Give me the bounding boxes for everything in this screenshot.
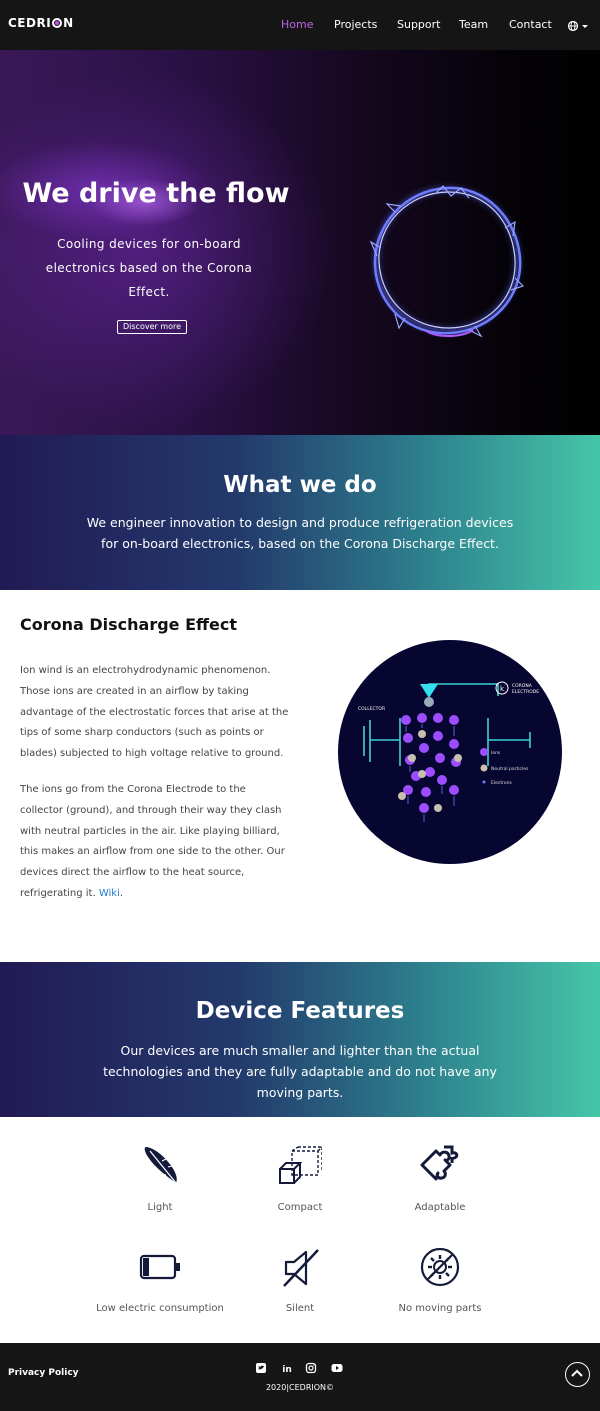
battery-icon [139, 1254, 180, 1280]
corona-paragraph-2-text: The ions go from the Corona Electrode to… [20, 784, 285, 899]
legend-neutral-particles: Neutral particles [491, 766, 529, 772]
corona-diagram: k CORONA ELECTRODE COLLECTOR Ions Neutra… [338, 640, 562, 864]
feature-silent-label: Silent [285, 1303, 315, 1314]
hero-title: We drive the flow [22, 178, 290, 209]
brand-logo[interactable]: CEDRI N [8, 16, 74, 30]
plasma-ring-image [367, 180, 527, 340]
mute-icon [283, 1249, 319, 1287]
nav-contact[interactable]: Contact [509, 18, 552, 31]
hero-subtitle: Cooling devices for on-board electronics… [45, 237, 253, 299]
wiki-link[interactable]: Wiki [99, 888, 120, 899]
corona-title: Corona Discharge Effect [20, 615, 237, 634]
nav-support[interactable]: Support [397, 18, 440, 31]
privacy-policy-link[interactable]: Privacy Policy [8, 1368, 79, 1378]
feather-icon [144, 1147, 177, 1184]
chevron-up-icon [571, 1369, 583, 1377]
linkedin-icon[interactable]: in [281, 1362, 293, 1374]
scroll-to-top-button[interactable] [565, 1362, 590, 1387]
puzzle-icon [420, 1145, 459, 1181]
feature-compact-label: Compact [277, 1202, 323, 1213]
logo-o-mark [52, 18, 63, 28]
what-we-do-section: What we do We engineer innovation to des… [0, 435, 600, 590]
discover-more-button[interactable]: Discover more [117, 320, 188, 334]
period: . [119, 887, 124, 899]
globe-icon[interactable] [567, 18, 589, 32]
device-features-text: Our devices are much smaller and lighter… [103, 1043, 497, 1100]
what-we-do-title: What we do [223, 472, 377, 498]
no-gear-icon [420, 1247, 460, 1287]
device-features-section: Device Features Our devices are much sma… [0, 962, 600, 1117]
instagram-icon[interactable] [305, 1362, 317, 1374]
youtube-icon[interactable] [331, 1362, 343, 1374]
nav-projects[interactable]: Projects [334, 18, 377, 31]
chevron-down-icon [582, 25, 588, 28]
corona-paragraph-2: The ions go from the Corona Electrode to… [20, 780, 290, 905]
svg-text:in: in [282, 1365, 292, 1374]
twitter-icon[interactable] [255, 1362, 267, 1374]
diagram-electrode-label-1: CORONA [512, 683, 533, 689]
footer: Privacy Policy in 2020|CEDRION© [0, 1343, 600, 1411]
cube-icon [279, 1146, 322, 1184]
copyright-text: 2020|CEDRION© [265, 1383, 335, 1392]
nav-team[interactable]: Team [459, 18, 488, 31]
device-features-title: Device Features [195, 998, 405, 1024]
legend-ions: Ions [491, 750, 501, 756]
feature-light-label: Light [147, 1202, 173, 1213]
feature-no-moving-parts-label: No moving parts [398, 1303, 482, 1314]
corona-paragraph-1: Ion wind is an electrohydrodynamic pheno… [20, 665, 289, 760]
what-we-do-text: We engineer innovation to design and pro… [86, 515, 514, 551]
legend-electrons: Electrons [491, 780, 512, 786]
diagram-collector-label: COLLECTOR [358, 706, 385, 712]
top-navbar: CEDRI N Home Projects Support Team Contac… [0, 0, 600, 50]
feature-adaptable-label: Adaptable [414, 1202, 466, 1213]
feature-low-consumption-label: Low electric consumption [96, 1303, 224, 1314]
diagram-electrode-label-2: ELECTRODE [512, 689, 539, 695]
nav-home[interactable]: Home [281, 18, 313, 31]
hero-section: We drive the flow Cooling devices for on… [0, 50, 600, 435]
